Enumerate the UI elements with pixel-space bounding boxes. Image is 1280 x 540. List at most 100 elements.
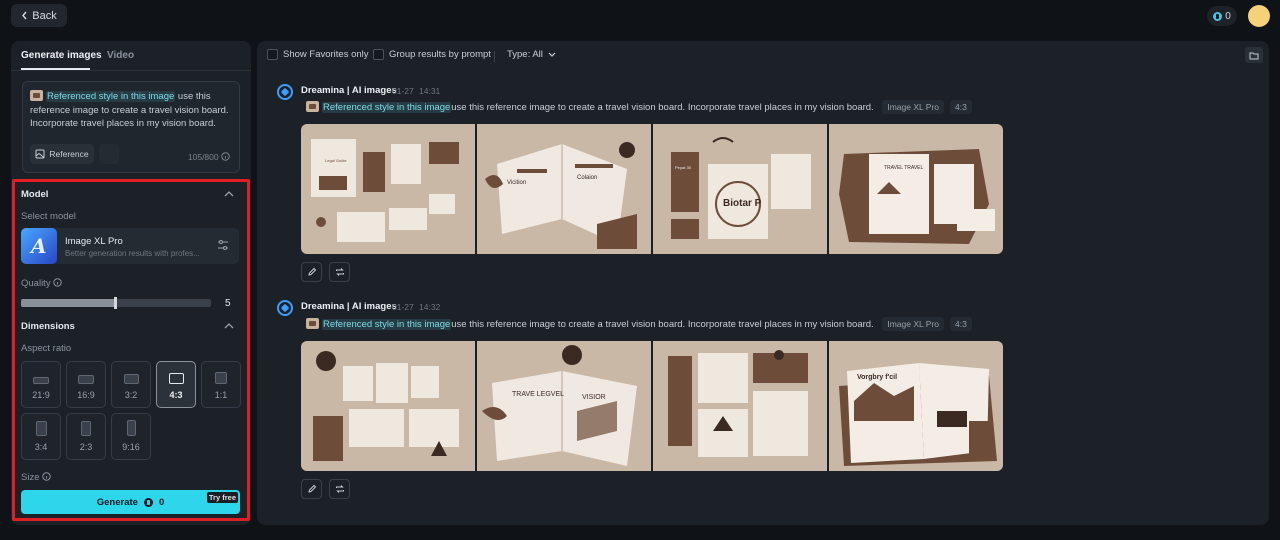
regenerate-button[interactable] [329,262,350,282]
reference-style-chip[interactable]: Referenced style in this image [46,91,176,102]
ratio-label: 4:3 [169,390,183,400]
generated-image[interactable]: Vorgbry f'cil [829,341,1003,471]
reference-button[interactable]: Reference [30,144,94,164]
top-bar: Back 0 [0,0,1280,32]
ratio-shape [168,373,184,384]
back-label: Back [32,9,57,22]
reference-thumbnail [306,318,319,329]
active-tab-underline [21,68,90,70]
ratio-2-3[interactable]: 2:3 [66,413,106,460]
ratio-shape [33,377,49,384]
edit-button[interactable] [301,262,322,282]
tab-video[interactable]: Video [107,50,134,61]
type-dropdown[interactable]: Type: All [507,49,556,60]
generated-image[interactable]: Legal Guide [301,124,475,254]
folder-button[interactable] [1245,47,1263,63]
prompt-text[interactable]: Referenced style in this image use this … [30,90,236,131]
model-tag: Image XL Pro [882,100,944,114]
tab-bar: Generate images Video [11,41,251,71]
group-label: Group results by prompt [389,49,491,60]
prompt-text: use this reference image to create a tra… [451,319,874,330]
quality-slider[interactable] [21,297,211,309]
quality-slider-handle[interactable] [114,297,117,309]
favorites-checkbox[interactable] [267,49,278,60]
generate-button[interactable]: Generate 0 Try free [21,490,240,514]
pencil-icon [307,484,316,493]
ratio-label: 16:9 [77,390,95,400]
char-count: 105/800 [188,152,230,162]
ratio-label: 9:16 [122,442,140,452]
filter-divider [494,51,495,62]
credits-badge[interactable]: 0 [1207,6,1237,26]
reference-style-chip: Referenced style in this image [322,102,452,113]
ratio-shape [35,421,47,436]
model-section-title: Model [21,189,49,200]
ratio-label: 3:4 [34,442,48,452]
info-icon [53,278,62,287]
info-icon [221,152,230,161]
generated-image[interactable] [301,341,475,471]
ratio-3-2[interactable]: 3:2 [111,361,151,408]
generation-time: 14:32 [419,302,441,312]
image-text: Colaion [577,175,597,181]
size-label-text: Size [21,472,40,483]
dreamina-logo-icon [277,300,293,316]
dreamina-logo-icon [277,84,293,100]
chevron-up-icon[interactable] [224,191,234,197]
generated-image[interactable]: TRAVE LEGVEL VISIOR [477,341,651,471]
reference-label: Reference [49,149,89,159]
image-row-2: TRAVE LEGVEL VISIOR Vorgbry f'cil [301,341,1003,471]
ratio-shape [81,421,91,436]
generation-prompt[interactable]: Referenced style in this imageuse this r… [306,317,972,331]
generated-image[interactable] [653,341,827,471]
credits-count: 0 [1225,10,1231,22]
generation-settings-panel: Generate images Video Referenced style i… [11,41,251,525]
aspect-ratio-label: Aspect ratio [21,343,72,354]
avatar[interactable] [1248,5,1270,27]
generate-label: Generate [96,496,138,508]
group-filter[interactable]: Group results by prompt [373,49,491,60]
tab-generate-images[interactable]: Generate images [21,50,102,61]
ratio-tag: 4:3 [950,100,972,114]
edit-button[interactable] [301,479,322,499]
reference-style-chip: Referenced style in this image [322,319,452,330]
ratio-label: 2:3 [79,442,93,452]
ratio-9-16[interactable]: 9:16 [111,413,151,460]
prompt-input[interactable]: Referenced style in this image use this … [22,81,240,173]
ratio-1-1[interactable]: 1:1 [201,361,241,408]
generation-prompt[interactable]: Referenced style in this imageuse this r… [306,100,972,114]
generated-image[interactable]: TRAVEL TRAVEL [829,124,1003,254]
select-model-label: Select model [21,211,76,222]
model-selector[interactable]: A Image XL Pro Better generation results… [21,228,239,264]
coin-icon [1213,11,1223,21]
favorites-filter[interactable]: Show Favorites only [267,49,369,60]
ratio-16-9[interactable]: 16:9 [66,361,106,408]
reference-thumbnail [30,90,43,101]
ratio-tag: 4:3 [950,317,972,331]
image-text: TRAVE LEGVEL [512,391,564,398]
ratio-3-4[interactable]: 3:4 [21,413,61,460]
generation-date: 01-27 [392,86,414,96]
generated-image[interactable]: Biotar P Pepat 30 [653,124,827,254]
reference-thumbnail [306,101,319,112]
crop-tool-button[interactable] [99,144,119,164]
chevron-up-icon[interactable] [224,323,234,329]
dimensions-section-title: Dimensions [21,321,75,332]
settings-sliders-icon[interactable] [217,239,229,251]
image-text: TRAVEL TRAVEL [884,165,923,171]
coin-icon [143,497,153,507]
ratio-21-9[interactable]: 21:9 [21,361,61,408]
regenerate-button[interactable] [329,479,350,499]
back-button[interactable]: Back [11,4,67,27]
generation-title: Dreamina | AI images [301,301,397,312]
group-checkbox[interactable] [373,49,384,60]
ratio-4-3[interactable]: 4:3 [156,361,196,408]
chevron-left-icon [22,11,27,20]
generation-title: Dreamina | AI images [301,85,397,96]
generated-image[interactable]: Vicition Colaion [477,124,651,254]
chevron-down-icon [548,52,556,57]
ratio-label: 21:9 [32,390,50,400]
model-logo: A [21,228,57,264]
try-free-badge: Try free [206,492,238,503]
type-label: Type: All [507,49,543,60]
